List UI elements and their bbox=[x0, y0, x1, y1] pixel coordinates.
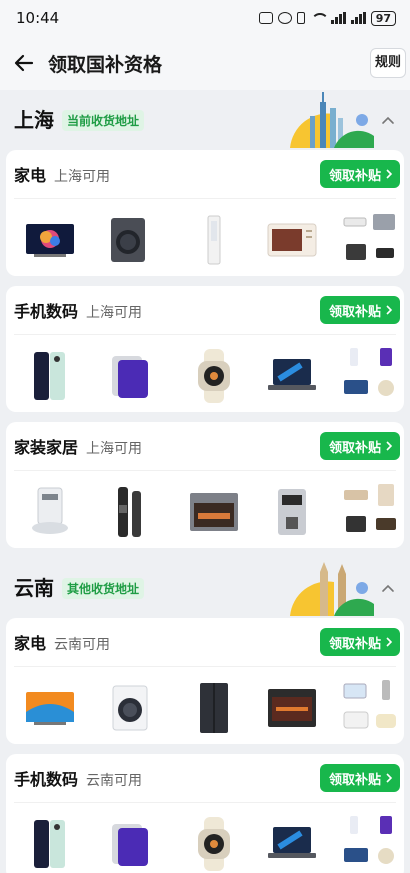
status-icons: 97 bbox=[258, 10, 396, 26]
card-subtitle: 上海可用 bbox=[86, 441, 143, 457]
rules-button[interactable]: 规则 bbox=[369, 48, 406, 78]
tablet-icon bbox=[100, 346, 160, 406]
shanghai-skyline-icon bbox=[290, 92, 374, 148]
digital-bundle-icon bbox=[340, 814, 400, 873]
card-subtitle: 上海可用 bbox=[86, 305, 143, 321]
appliance-bundle-icon bbox=[340, 678, 400, 738]
oven-icon bbox=[262, 678, 322, 738]
alarm-icon bbox=[277, 12, 292, 24]
refrigerator-icon bbox=[184, 678, 244, 738]
subsidy-card-home-shanghai: 家装家居 上海可用 领取补贴 bbox=[6, 422, 404, 548]
status-time: 10:44 bbox=[16, 9, 60, 27]
smartwatch-icon bbox=[184, 814, 244, 873]
page-title: 领取国补资格 bbox=[48, 53, 163, 76]
chevron-right-icon bbox=[386, 305, 393, 315]
arrow-left-icon bbox=[14, 54, 34, 72]
card-subtitle: 云南可用 bbox=[54, 637, 111, 653]
product-strip[interactable] bbox=[6, 470, 404, 550]
coffee-machine-icon bbox=[262, 482, 322, 542]
nfc-icon bbox=[258, 12, 273, 24]
region-header-yunnan: 云南 其他收货地址 bbox=[0, 560, 410, 616]
claim-subsidy-button[interactable]: 领取补贴 bbox=[319, 296, 400, 324]
bluetooth-icon bbox=[296, 12, 305, 24]
chevron-right-icon bbox=[386, 637, 393, 647]
card-title: 家电 bbox=[14, 634, 47, 653]
claim-subsidy-button[interactable]: 领取补贴 bbox=[319, 160, 400, 188]
smartwatch-icon bbox=[184, 346, 244, 406]
region-name: 上海 bbox=[14, 108, 54, 132]
robot-vacuum-icon bbox=[20, 482, 80, 542]
chevron-up-icon[interactable] bbox=[380, 580, 396, 596]
subsidy-card-appliances-shanghai: 家电 上海可用 领取补贴 bbox=[6, 150, 404, 276]
card-title: 手机数码 bbox=[14, 302, 79, 321]
signal-2-icon bbox=[350, 12, 366, 24]
claim-subsidy-button[interactable]: 领取补贴 bbox=[319, 764, 400, 792]
phone-icon bbox=[20, 814, 80, 873]
subsidy-card-digital-shanghai: 手机数码 上海可用 领取补贴 bbox=[6, 286, 404, 412]
signal-1-icon bbox=[330, 12, 346, 24]
subsidy-card-digital-yunnan: 手机数码 云南可用 领取补贴 bbox=[6, 754, 404, 873]
product-strip[interactable] bbox=[6, 334, 404, 414]
air-conditioner-icon bbox=[184, 210, 244, 270]
yunnan-pagoda-icon bbox=[290, 562, 374, 616]
oven-icon bbox=[184, 482, 244, 542]
back-button[interactable] bbox=[2, 41, 46, 85]
status-bar: 10:44 97 bbox=[0, 0, 410, 36]
card-subtitle: 上海可用 bbox=[54, 169, 111, 185]
home-bundle-icon bbox=[340, 482, 400, 542]
region-badge: 其他收货地址 bbox=[62, 578, 145, 599]
chevron-right-icon bbox=[386, 441, 393, 451]
wifi-icon bbox=[310, 12, 329, 24]
microwave-icon bbox=[262, 210, 322, 270]
tv-icon bbox=[20, 678, 80, 738]
region-badge: 当前收货地址 bbox=[62, 110, 145, 131]
laptop-icon bbox=[262, 814, 322, 873]
region-name: 云南 bbox=[14, 576, 54, 600]
tablet-icon bbox=[100, 814, 160, 873]
claim-subsidy-button[interactable]: 领取补贴 bbox=[319, 432, 400, 460]
product-strip[interactable] bbox=[6, 666, 404, 746]
laptop-icon bbox=[262, 346, 322, 406]
appliance-bundle-icon bbox=[340, 210, 400, 270]
washing-machine-icon bbox=[98, 210, 158, 270]
product-strip[interactable] bbox=[6, 198, 404, 278]
card-title: 手机数码 bbox=[14, 770, 79, 789]
product-strip[interactable] bbox=[6, 802, 404, 873]
smart-lock-icon bbox=[100, 482, 160, 542]
page-header: 领取国补资格 规则 bbox=[0, 36, 410, 90]
tv-icon bbox=[20, 210, 80, 270]
washing-machine-icon bbox=[100, 678, 160, 738]
card-title: 家电 bbox=[14, 166, 47, 185]
region-header-shanghai: 上海 当前收货地址 bbox=[0, 92, 410, 148]
phone-icon bbox=[20, 346, 80, 406]
battery-level: 97 bbox=[370, 10, 396, 26]
chevron-right-icon bbox=[386, 169, 393, 179]
subsidy-card-appliances-yunnan: 家电 云南可用 领取补贴 bbox=[6, 618, 404, 744]
claim-subsidy-button[interactable]: 领取补贴 bbox=[319, 628, 400, 656]
chevron-right-icon bbox=[386, 773, 393, 783]
chevron-up-icon[interactable] bbox=[380, 112, 396, 128]
card-subtitle: 云南可用 bbox=[86, 773, 143, 789]
digital-bundle-icon bbox=[340, 346, 400, 406]
card-title: 家装家居 bbox=[14, 438, 79, 457]
